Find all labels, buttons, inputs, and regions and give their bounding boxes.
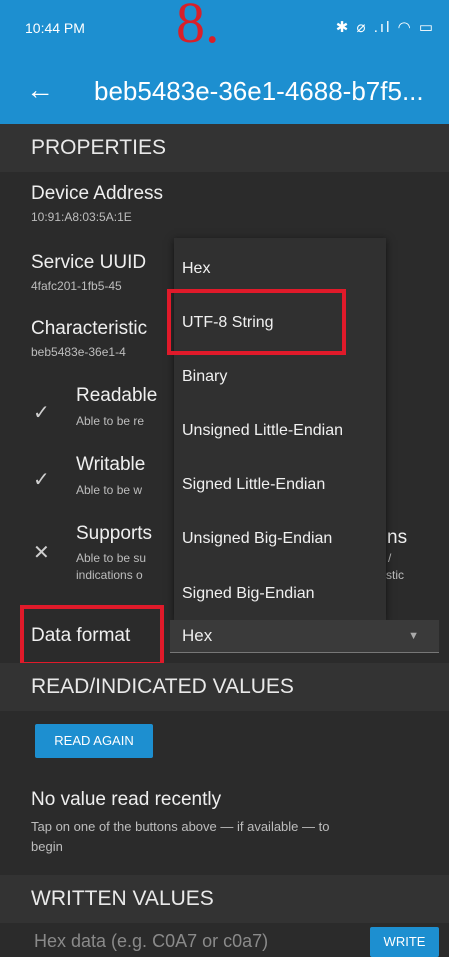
supports-desc: Able to be su	[76, 551, 147, 565]
supports-desc2-tail: stic	[386, 568, 404, 582]
chevron-down-icon: ▼	[408, 630, 419, 642]
dropdown-option-unsigned-big-endian[interactable]: Unsigned Big-Endian	[182, 530, 332, 548]
dropdown-option-unsigned-little-endian[interactable]: Unsigned Little-Endian	[182, 422, 343, 440]
step-annotation: 8.	[176, 0, 220, 55]
written-values-header: WRITTEN VALUES	[0, 875, 449, 923]
written-values-header-label: WRITTEN VALUES	[31, 887, 214, 910]
properties-header: PROPERTIES	[0, 124, 449, 172]
dropdown-option-signed-big-endian[interactable]: Signed Big-Endian	[182, 585, 315, 603]
supports-title-tail: ns	[387, 527, 408, 548]
dropdown-option-hex[interactable]: Hex	[182, 260, 210, 278]
data-format-selected-value: Hex	[182, 626, 213, 645]
readable-title: Readable	[76, 385, 158, 406]
read-again-button[interactable]: READ AGAIN	[35, 724, 153, 758]
readable-desc: Able to be re	[76, 414, 145, 428]
hex-data-input[interactable]: Hex data (e.g. C0A7 or c0a7)	[34, 931, 354, 952]
service-uuid-label: Service UUID	[31, 252, 147, 273]
properties-header-label: PROPERTIES	[31, 136, 166, 159]
status-time: 10:44 PM	[25, 20, 85, 36]
supports-desc-line2: indications o	[76, 568, 143, 582]
page-title: beb5483e-36e1-4688-b7f5...	[94, 76, 424, 106]
supports-desc-tail: /	[388, 551, 392, 565]
close-icon: ✕	[33, 542, 50, 564]
dropdown-option-binary[interactable]: Binary	[182, 368, 227, 386]
no-value-desc-line2: begin	[31, 839, 63, 854]
check-icon: ✓	[33, 469, 50, 491]
write-button[interactable]: WRITE	[370, 927, 439, 957]
writable-desc: Able to be w	[76, 483, 143, 497]
status-bar: 10:44 PM ✱ ⌀ .ıl ◠ ▭	[0, 0, 449, 58]
device-address-value: 10:91:A8:03:5A:1E	[31, 210, 132, 224]
back-arrow-icon[interactable]: ←	[26, 74, 54, 106]
status-icons: ✱ ⌀ .ıl ◠ ▭	[335, 19, 435, 36]
dropdown-option-signed-little-endian[interactable]: Signed Little-Endian	[182, 476, 325, 494]
utf8-highlight-box	[167, 289, 346, 355]
supports-title: Supports	[76, 523, 153, 544]
device-address-label: Device Address	[31, 183, 164, 204]
writable-title: Writable	[76, 454, 146, 475]
characteristic-value: beb5483e-36e1-4	[31, 345, 126, 359]
data-format-select[interactable]: Hex ▼	[170, 620, 439, 653]
data-format-highlight-box	[20, 605, 164, 666]
read-values-header: READ/INDICATED VALUES	[0, 663, 449, 711]
check-icon: ✓	[33, 402, 50, 424]
characteristic-label: Characteristic	[31, 318, 148, 339]
service-uuid-value: 4fafc201-1fb5-45	[31, 279, 122, 293]
no-value-desc: Tap on one of the buttons above — if ava…	[31, 819, 330, 834]
read-values-header-label: READ/INDICATED VALUES	[31, 675, 294, 698]
no-value-title: No value read recently	[31, 789, 222, 810]
app-bar: ← beb5483e-36e1-4688-b7f5...	[0, 58, 449, 124]
